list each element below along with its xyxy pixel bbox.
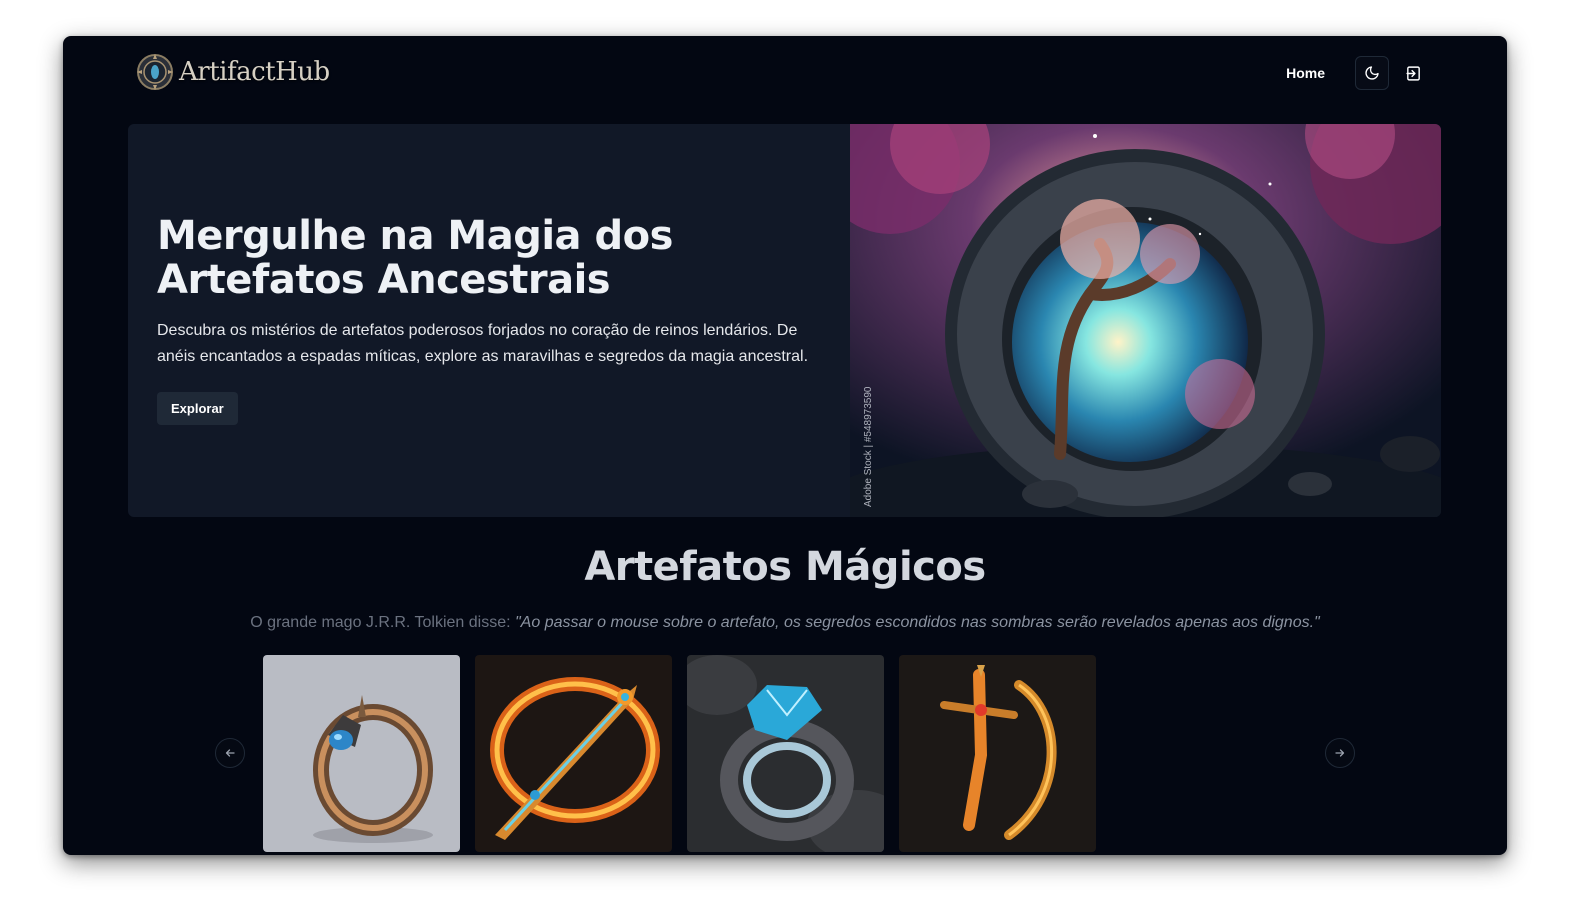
hero-title-line1: Mergulhe na Magia dos xyxy=(157,213,673,259)
explore-button[interactable]: Explorar xyxy=(157,392,238,425)
artifact-card[interactable] xyxy=(263,655,460,852)
logo-emblem-icon xyxy=(137,54,173,90)
logo[interactable]: ArtifactHub xyxy=(135,50,330,94)
hero-title: Mergulhe na Magia dos Artefatos Ancestra… xyxy=(157,214,827,302)
artifact-card[interactable] xyxy=(475,655,672,852)
hero-description: Descubra os mistérios de artefatos poder… xyxy=(157,322,809,365)
arrow-right-icon xyxy=(1335,749,1345,757)
crystal-ring-image xyxy=(687,655,884,852)
ring-blue-gem-image xyxy=(263,655,460,852)
app-window: ArtifactHub Home Mergulhe na Magia dos A… xyxy=(63,36,1507,855)
top-nav: Home xyxy=(1286,56,1429,90)
hero-content: Mergulhe na Magia dos Artefatos Ancestra… xyxy=(157,214,827,425)
nav-home-link[interactable]: Home xyxy=(1286,65,1325,81)
image-watermark: Adobe Stock | #548973590 xyxy=(863,386,874,507)
carousel-prev-button[interactable] xyxy=(215,738,245,768)
login-button[interactable] xyxy=(1397,57,1429,89)
hero-portal-image: Adobe Stock | #548973590 xyxy=(850,124,1441,517)
flaming-sword-image xyxy=(475,655,672,852)
moon-icon xyxy=(1365,66,1379,80)
arrow-left-icon xyxy=(225,749,235,757)
quote-prefix: O grande mago J.R.R. Tolkien disse: xyxy=(250,614,515,631)
quote-text: "Ao passar o mouse sobre o artefato, os … xyxy=(515,614,1320,631)
artifact-card[interactable] xyxy=(899,655,1096,852)
theme-toggle-button[interactable] xyxy=(1355,56,1389,90)
golden-bow-image xyxy=(899,655,1096,852)
section-title: Artefatos Mágicos xyxy=(584,544,986,590)
carousel-next-button[interactable] xyxy=(1325,738,1355,768)
artifact-card[interactable] xyxy=(687,655,884,852)
hero-panel: Mergulhe na Magia dos Artefatos Ancestra… xyxy=(128,124,1441,517)
hero-title-line2: Artefatos Ancestrais xyxy=(157,257,611,303)
section-quote: O grande mago J.R.R. Tolkien disse: "Ao … xyxy=(63,614,1507,632)
artifact-carousel xyxy=(263,655,1096,852)
logo-text: ArtifactHub xyxy=(179,57,330,87)
sign-in-icon xyxy=(1405,65,1420,81)
magic-portal-illustration xyxy=(850,124,1441,517)
